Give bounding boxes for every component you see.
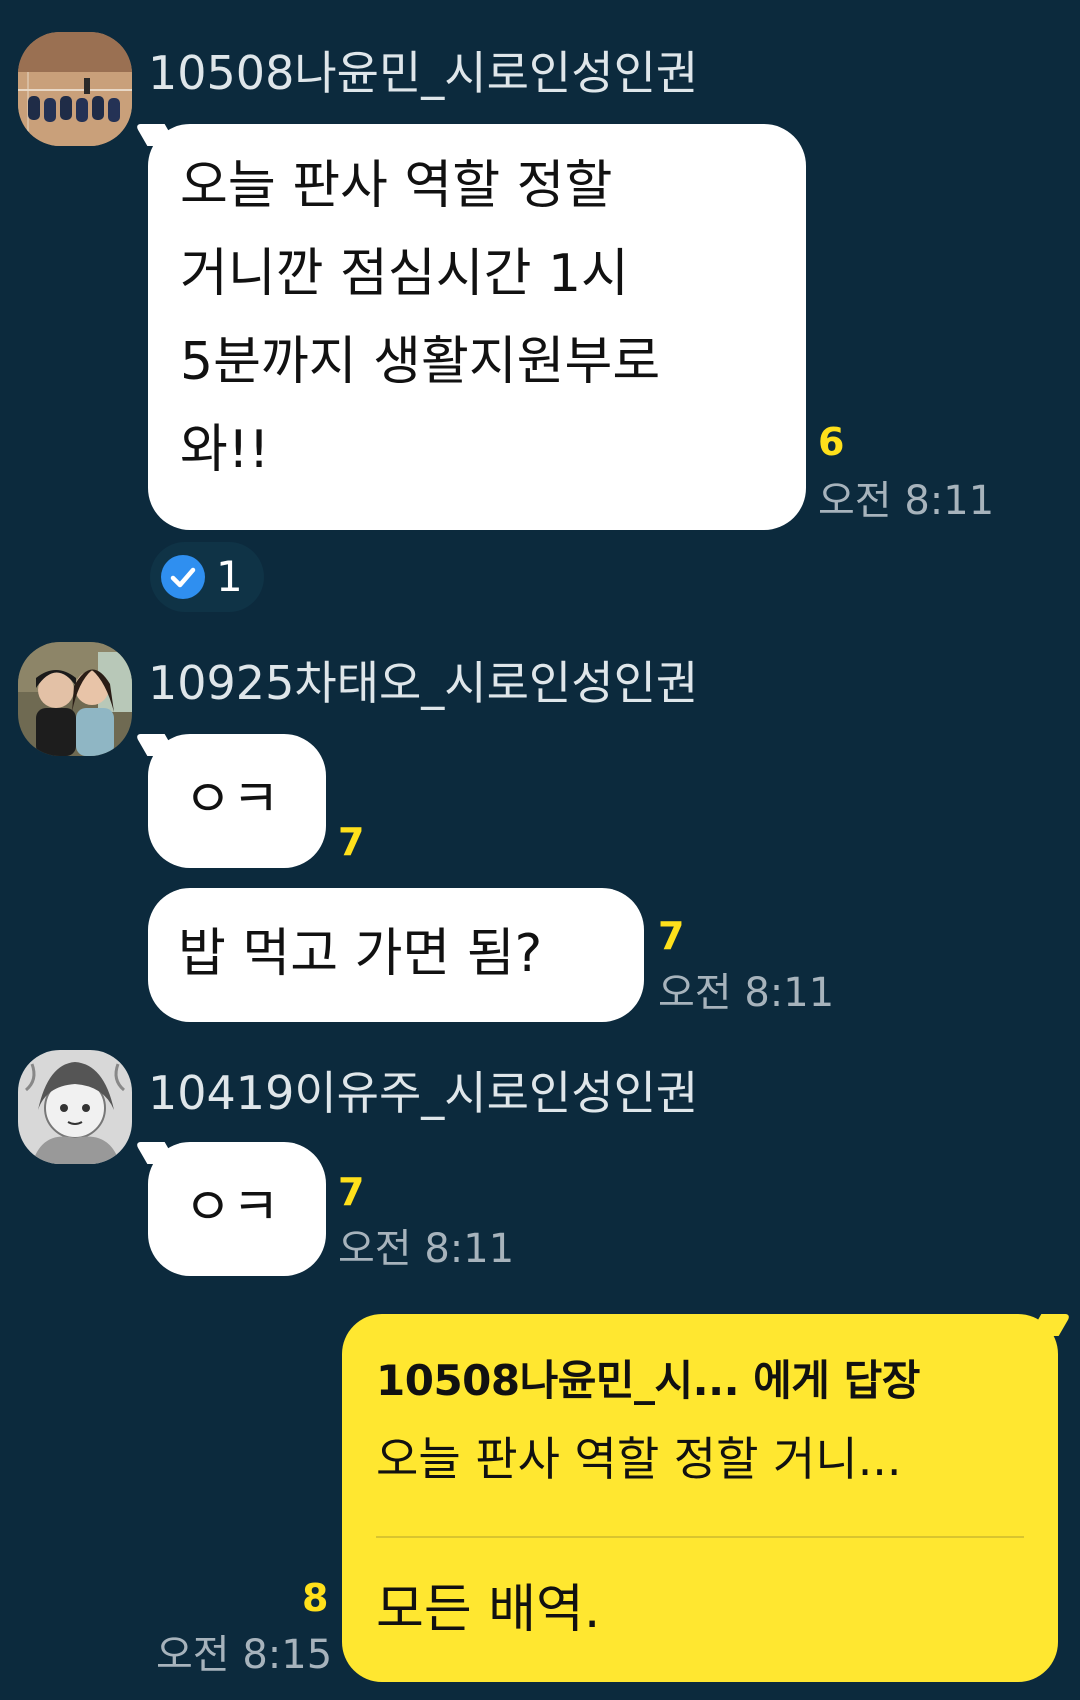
avatar[interactable] — [18, 1050, 132, 1164]
message-bubble[interactable]: 오늘 판사 역할 정할 거니깐 점심시간 1시 5분까지 생활지원부로 와!! — [148, 124, 806, 530]
chat-screen[interactable]: 10508나윤민_시로인성인권 오늘 판사 역할 정할 거니깐 점심시간 1시 … — [0, 0, 1080, 1700]
unread-count: 8 — [302, 1576, 329, 1620]
reply-message-text: 모든 배역. — [376, 1580, 601, 1640]
message-line: 거니깐 점심시간 1시 — [180, 244, 629, 304]
message-time: 오전 8:15 — [156, 1632, 333, 1678]
message-line: 와!! — [180, 420, 270, 480]
message-line: 5분까지 생활지원부로 — [180, 332, 661, 392]
sender-name: 10925차태오_시로인성인권 — [148, 656, 699, 710]
message-line: 오늘 판사 역할 정할 — [180, 156, 613, 216]
unread-count: 7 — [658, 914, 685, 958]
sender-name: 10419이유주_시로인성인권 — [148, 1066, 699, 1120]
unread-count: 6 — [818, 420, 845, 464]
reply-divider — [376, 1536, 1024, 1538]
unread-count: 7 — [338, 1170, 365, 1214]
checkmark-icon — [161, 555, 205, 599]
reaction-count: 1 — [216, 552, 243, 601]
unread-count: 7 — [338, 820, 365, 864]
message-time: 오전 8:11 — [338, 1226, 515, 1272]
message-bubble[interactable]: ㅇㅋ — [148, 734, 326, 868]
sender-name: 10508나윤민_시로인성인권 — [148, 46, 699, 100]
message-line: 밥 먹고 가면 됨? — [178, 924, 543, 984]
message-time: 오전 8:11 — [818, 478, 995, 524]
avatar[interactable] — [18, 32, 132, 146]
avatar[interactable] — [18, 642, 132, 756]
reaction-badge[interactable]: 1 — [150, 542, 264, 612]
message-bubble[interactable]: 밥 먹고 가면 됨? — [148, 888, 644, 1022]
reply-target[interactable]: 10508나윤민_시... 에게 답장 — [376, 1354, 920, 1408]
gym-photo-avatar-image — [18, 32, 132, 146]
my-reply-bubble[interactable]: 10508나윤민_시... 에게 답장 오늘 판사 역할 정할 거니... 모든… — [342, 1314, 1058, 1682]
message-bubble[interactable]: ㅇㅋ — [148, 1142, 326, 1276]
drawing-avatar-image — [18, 1050, 132, 1164]
message-line: ㅇㅋ — [184, 770, 280, 830]
message-time: 오전 8:11 — [658, 970, 835, 1016]
message-line: ㅇㅋ — [184, 1178, 280, 1238]
two-people-photo-avatar-image — [18, 642, 132, 756]
quoted-message-preview[interactable]: 오늘 판사 역할 정할 거니... — [376, 1430, 902, 1488]
